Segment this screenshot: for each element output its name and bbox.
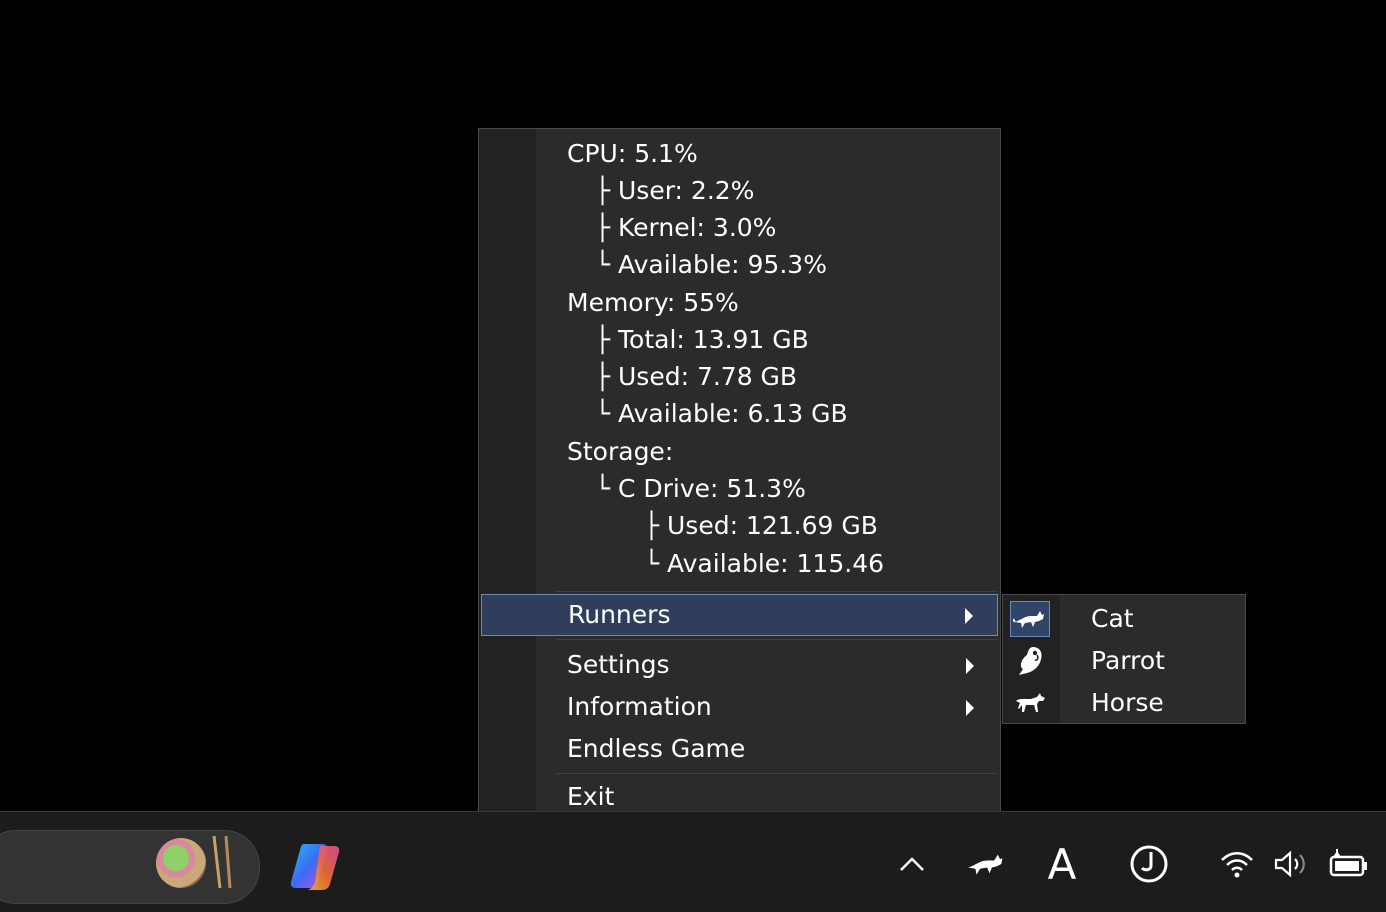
clock-icon[interactable] [1126, 840, 1172, 888]
menu-item-runners-label: Runners [568, 600, 671, 629]
font-icon[interactable]: A [1040, 840, 1084, 889]
volume-icon[interactable] [1270, 840, 1314, 888]
menu-separator [555, 773, 998, 774]
cat-icon [1010, 601, 1050, 637]
c-drive-stat: └ C Drive: 51.3% [595, 474, 806, 503]
chevron-up-icon[interactable] [896, 840, 928, 888]
cpu-available-stat: └ Available: 95.3% [595, 250, 827, 279]
storage-stat: Storage: [567, 437, 674, 466]
cpu-user-stat: ├ User: 2.2% [595, 176, 755, 205]
c-drive-available-stat: └ Available: 115.46 [644, 549, 885, 578]
menu-item-runners[interactable]: Runners [481, 594, 998, 636]
submenu-item-cat-label: Cat [1091, 604, 1134, 633]
horse-icon [1010, 685, 1050, 721]
c-drive-used-stat: ├ Used: 121.69 GB [644, 511, 878, 540]
submenu-item-horse-label: Horse [1091, 688, 1164, 717]
menu-item-settings-label: Settings [567, 650, 670, 679]
menu-separator [555, 639, 998, 640]
menu-item-endless-game[interactable]: Endless Game [481, 729, 998, 771]
submenu-item-cat[interactable]: Cat [1003, 597, 1245, 639]
wifi-icon[interactable] [1216, 840, 1258, 888]
battery-icon[interactable] [1326, 840, 1372, 888]
memory-used-stat: ├ Used: 7.78 GB [595, 362, 798, 391]
parrot-icon [1010, 643, 1050, 679]
chopsticks-icon [212, 835, 232, 889]
submenu-item-horse[interactable]: Horse [1003, 681, 1245, 723]
memory-total-stat: ├ Total: 13.91 GB [595, 325, 809, 354]
submenu-arrow-icon [965, 608, 973, 624]
memory-stat: Memory: 55% [567, 288, 739, 317]
cpu-kernel-stat: ├ Kernel: 3.0% [595, 213, 777, 242]
runners-submenu: Cat Parrot Horse [1002, 594, 1246, 724]
food-bowl-icon[interactable] [156, 838, 206, 888]
menu-item-information-label: Information [567, 692, 712, 721]
menu-item-endless-game-label: Endless Game [567, 734, 746, 763]
runner-cat-icon[interactable] [964, 840, 1008, 888]
menu-separator [555, 591, 998, 592]
menu-item-information[interactable]: Information [481, 687, 998, 729]
submenu-arrow-icon [966, 658, 974, 674]
menu-item-settings[interactable]: Settings [481, 645, 998, 687]
copilot-icon[interactable] [288, 840, 342, 892]
submenu-arrow-icon [966, 700, 974, 716]
memory-available-stat: └ Available: 6.13 GB [595, 399, 848, 428]
cpu-stat: CPU: 5.1% [567, 139, 698, 168]
submenu-item-parrot-label: Parrot [1091, 646, 1165, 675]
menu-item-exit-label: Exit [567, 782, 615, 811]
context-menu: CPU: 5.1% ├ User: 2.2% ├ Kernel: 3.0% └ … [478, 128, 1001, 819]
taskbar: A [0, 811, 1386, 912]
submenu-item-parrot[interactable]: Parrot [1003, 639, 1245, 681]
